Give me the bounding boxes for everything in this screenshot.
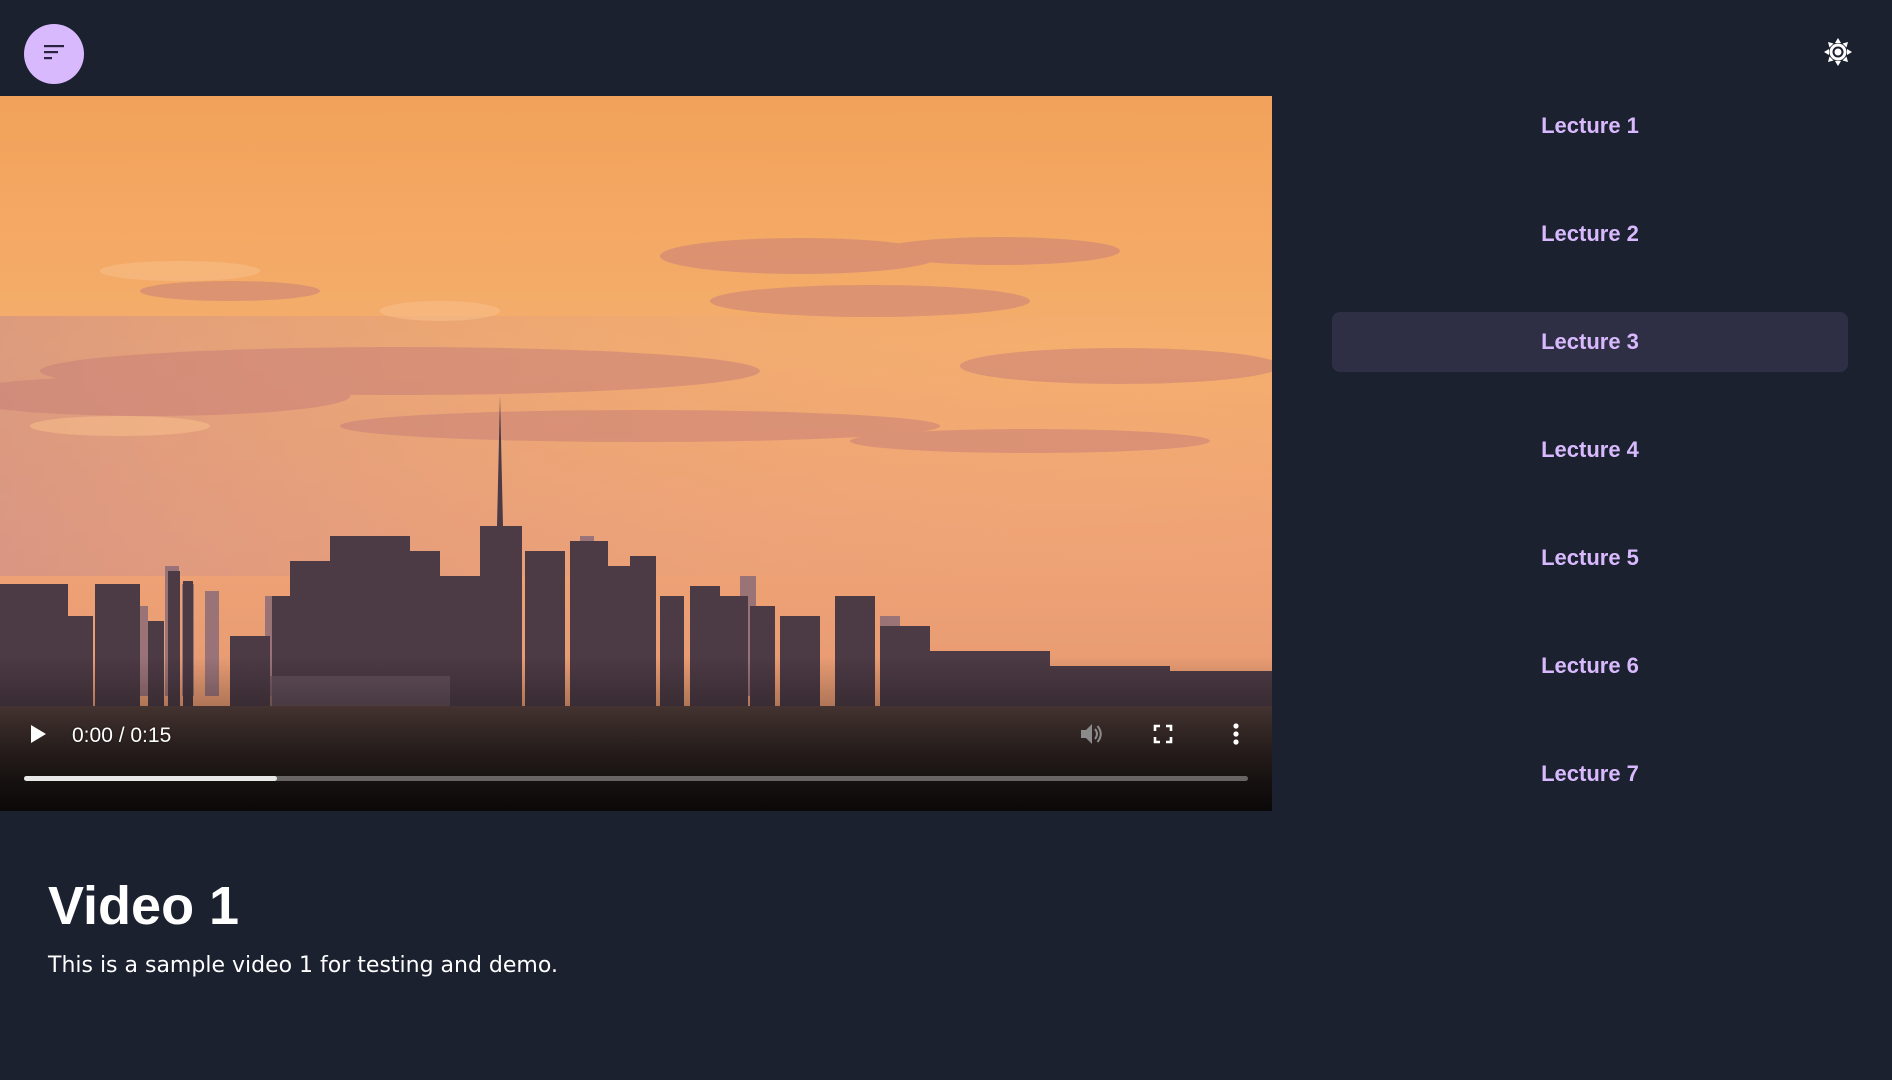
- video-info: Video 1 This is a sample video 1 for tes…: [48, 870, 1248, 982]
- volume-icon: [1079, 722, 1105, 750]
- progress-bar[interactable]: [24, 776, 1248, 781]
- lecture-item[interactable]: Lecture 2: [1332, 204, 1848, 264]
- video-description: This is a sample video 1 for testing and…: [48, 953, 558, 978]
- play-icon: [29, 724, 47, 748]
- lecture-item[interactable]: Lecture 3: [1332, 312, 1848, 372]
- lecture-list: Lecture 1 Lecture 2 Lecture 3 Lecture 4 Lect…: [1332, 96, 1848, 852]
- top-bar: [0, 0, 1892, 96]
- time-display: 0:00 / 0:15: [72, 724, 172, 747]
- video-frame-image: [0, 96, 1272, 811]
- sort-lines-icon: [43, 44, 65, 64]
- lecture-item[interactable]: Lecture 7: [1332, 744, 1848, 804]
- progress-buffered: [24, 776, 278, 781]
- more-options-button[interactable]: [1220, 720, 1252, 752]
- lecture-item[interactable]: Lecture 4: [1332, 420, 1848, 480]
- theme-toggle-button[interactable]: [1822, 38, 1854, 70]
- volume-button[interactable]: [1075, 720, 1109, 752]
- more-vert-icon: [1233, 723, 1239, 749]
- video-title: Video 1: [48, 876, 240, 936]
- play-button[interactable]: [22, 720, 54, 752]
- menu-button[interactable]: [24, 24, 84, 84]
- lecture-item[interactable]: Lecture 5: [1332, 528, 1848, 588]
- fullscreen-button[interactable]: [1146, 720, 1180, 752]
- lecture-item[interactable]: Lecture 1: [1332, 96, 1848, 156]
- video-player[interactable]: 0:00 / 0:15: [0, 96, 1272, 811]
- sun-icon: [1823, 37, 1853, 71]
- fullscreen-icon: [1153, 724, 1173, 748]
- lecture-item[interactable]: Lecture 6: [1332, 636, 1848, 696]
